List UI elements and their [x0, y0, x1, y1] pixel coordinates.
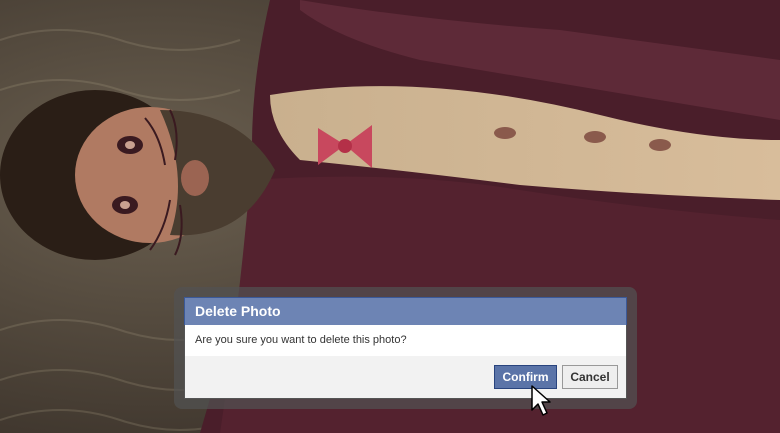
dialog-title: Delete Photo: [184, 297, 627, 325]
screen: Delete Photo Are you sure you want to de…: [0, 0, 780, 433]
arrow-pointer-icon: [531, 385, 551, 416]
dialog-message: Are you sure you want to delete this pho…: [185, 325, 626, 357]
dialog-footer: Confirm Cancel: [185, 356, 626, 398]
dialog-overlay-frame: Delete Photo Are you sure you want to de…: [174, 287, 637, 409]
delete-photo-dialog: Delete Photo Are you sure you want to de…: [184, 297, 627, 399]
cancel-button[interactable]: Cancel: [562, 365, 618, 389]
